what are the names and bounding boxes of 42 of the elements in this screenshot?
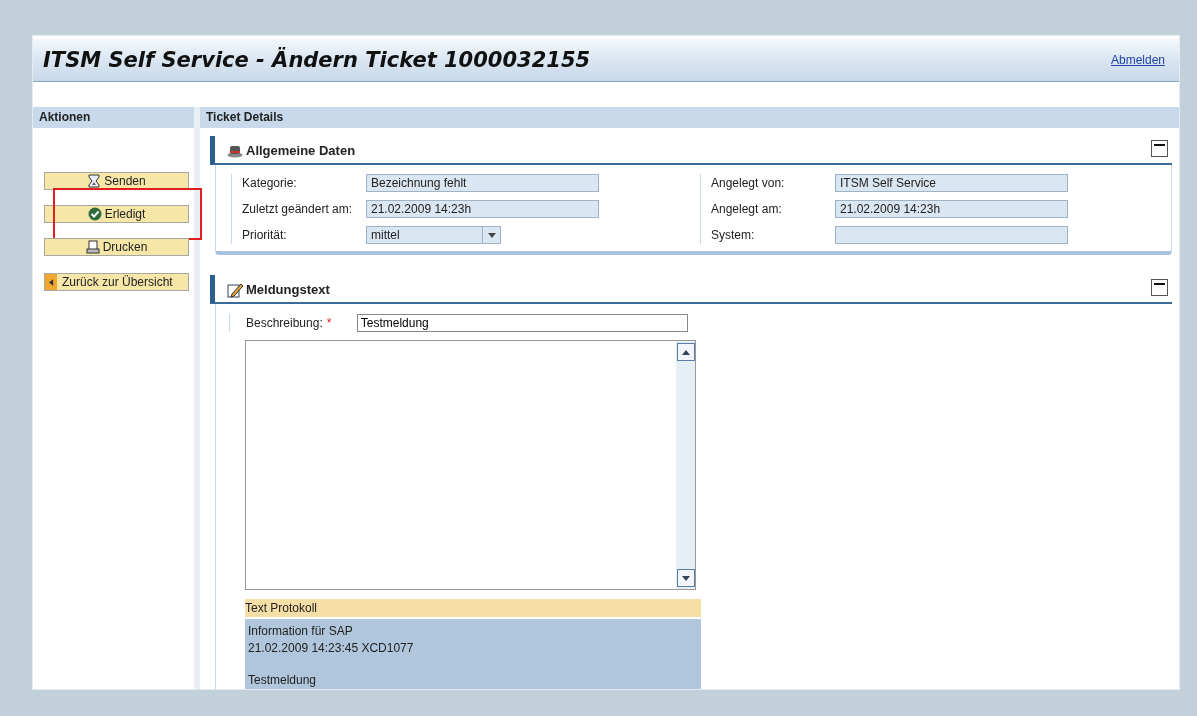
section-accent-bar xyxy=(210,136,215,164)
readonly-field[interactable]: 21.02.2009 14:23h xyxy=(366,200,599,218)
logout-link[interactable]: Abmelden xyxy=(1110,53,1165,67)
left-arrow-icon xyxy=(48,278,54,286)
log-text: Information für SAP xyxy=(248,623,354,640)
collapse-button[interactable] xyxy=(1151,140,1168,157)
checkmark-icon xyxy=(87,207,102,221)
scroll-down-icon[interactable] xyxy=(682,575,690,581)
back-button[interactable]: Zurück zur Übersicht xyxy=(44,273,189,291)
collapse-button[interactable] xyxy=(1151,279,1168,296)
dropdown-arrow-icon xyxy=(487,232,496,238)
hourglass-icon xyxy=(87,174,102,188)
log-header: Text Protokoll xyxy=(245,599,701,617)
scrollbar[interactable] xyxy=(676,341,695,589)
description-field[interactable]: Testmeldung xyxy=(356,314,688,332)
field-label: System: xyxy=(711,228,756,242)
panel-header: Ticket Details xyxy=(200,107,1179,128)
field-label: Beschreibung: xyxy=(246,316,323,330)
readonly-field[interactable]: Bezeichnung fehlt xyxy=(366,174,599,192)
log-text: Testmeldung xyxy=(248,672,318,689)
field-label: Kategorie: xyxy=(242,176,298,190)
field-label: Angelegt am: xyxy=(711,202,783,216)
section-title: Meldungstext xyxy=(246,282,330,297)
readonly-field[interactable] xyxy=(835,226,1068,244)
printer-icon xyxy=(85,240,100,254)
page-title: ITSM Self Service - Ändern Ticket 1000032155 xyxy=(43,48,591,72)
panel-header: Aktionen xyxy=(33,107,194,128)
readonly-field[interactable]: 21.02.2009 14:23h xyxy=(835,200,1068,218)
required-marker: * xyxy=(326,316,333,330)
notepad-pencil-icon xyxy=(227,281,243,298)
section-title: Allgemeine Daten xyxy=(246,143,356,158)
section-accent-bar xyxy=(210,275,215,303)
action-button[interactable]: Senden xyxy=(44,172,189,190)
scroll-up-icon[interactable] xyxy=(682,349,690,355)
field-label: Zuletzt geändert am: xyxy=(242,202,354,216)
field-label: Angelegt von: xyxy=(711,176,786,190)
log-text: 21.02.2009 14:23:45 XCD1077 xyxy=(248,640,415,657)
action-button[interactable]: Drucken xyxy=(44,238,189,256)
dropdown-field[interactable]: mittel xyxy=(366,226,501,244)
field-label: Priorität: xyxy=(242,228,288,242)
action-button[interactable]: Erledigt xyxy=(44,205,189,223)
readonly-field[interactable]: ITSM Self Service xyxy=(835,174,1068,192)
